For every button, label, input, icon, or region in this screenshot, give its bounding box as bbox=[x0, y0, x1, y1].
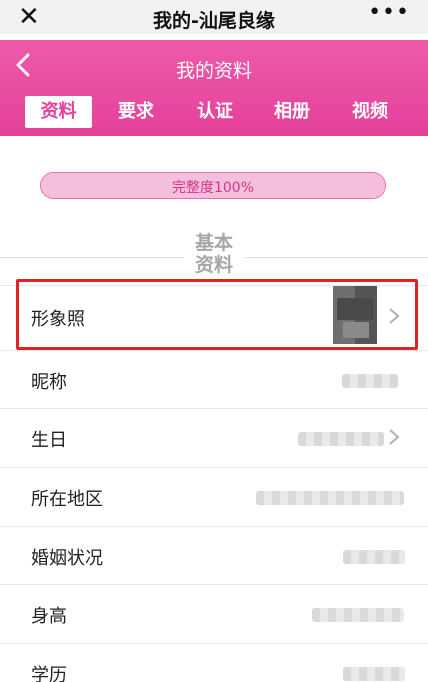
row-education[interactable]: 学历 bbox=[0, 643, 428, 682]
row-region[interactable]: 所在地区 bbox=[0, 467, 428, 525]
nickname-value-blurred bbox=[342, 374, 398, 388]
education-value-blurred bbox=[343, 667, 405, 681]
wechat-nav-bar: ✕ 我的-汕尾良缘 ••• bbox=[0, 0, 428, 34]
chevron-right-icon bbox=[389, 429, 400, 445]
row-label: 生日 bbox=[31, 430, 67, 451]
row-birthday[interactable]: 生日 bbox=[0, 408, 428, 466]
row-label: 婚姻状况 bbox=[31, 548, 103, 569]
tab-bar: 资料 要求 认证 相册 视频 bbox=[25, 96, 425, 128]
section-title-line2: 资料 bbox=[194, 254, 233, 276]
row-nickname[interactable]: 昵称 bbox=[0, 350, 428, 408]
row-label: 身高 bbox=[31, 606, 67, 627]
tab-verification[interactable]: 认证 bbox=[184, 96, 246, 128]
tab-requirements[interactable]: 要求 bbox=[105, 96, 167, 128]
page-title: 我的资料 bbox=[175, 60, 252, 82]
profile-header: 我的资料 资料 要求 认证 相册 视频 bbox=[0, 40, 428, 136]
tab-album[interactable]: 相册 bbox=[261, 96, 323, 128]
row-label: 所在地区 bbox=[31, 489, 103, 510]
completeness-progress-bar: 完整度100% bbox=[40, 172, 386, 199]
row-label: 昵称 bbox=[31, 372, 67, 393]
marital-status-value-blurred bbox=[343, 550, 405, 564]
section-title: 基本 资料 bbox=[183, 232, 245, 276]
more-icon[interactable]: ••• bbox=[368, 0, 410, 25]
height-value-blurred bbox=[312, 608, 404, 622]
highlight-box bbox=[16, 279, 418, 350]
birthday-value-blurred bbox=[298, 432, 384, 446]
row-height[interactable]: 身高 bbox=[0, 584, 428, 642]
completeness-label: 完整度100% bbox=[171, 180, 255, 196]
tab-profile[interactable]: 资料 bbox=[25, 96, 92, 128]
section-title-line1: 基本 bbox=[194, 232, 233, 254]
tab-video[interactable]: 视频 bbox=[339, 96, 401, 128]
row-label: 学历 bbox=[31, 665, 67, 682]
row-marital-status[interactable]: 婚姻状况 bbox=[0, 526, 428, 584]
window-title: 我的-汕尾良缘 bbox=[153, 10, 275, 32]
region-value-blurred bbox=[256, 491, 404, 505]
